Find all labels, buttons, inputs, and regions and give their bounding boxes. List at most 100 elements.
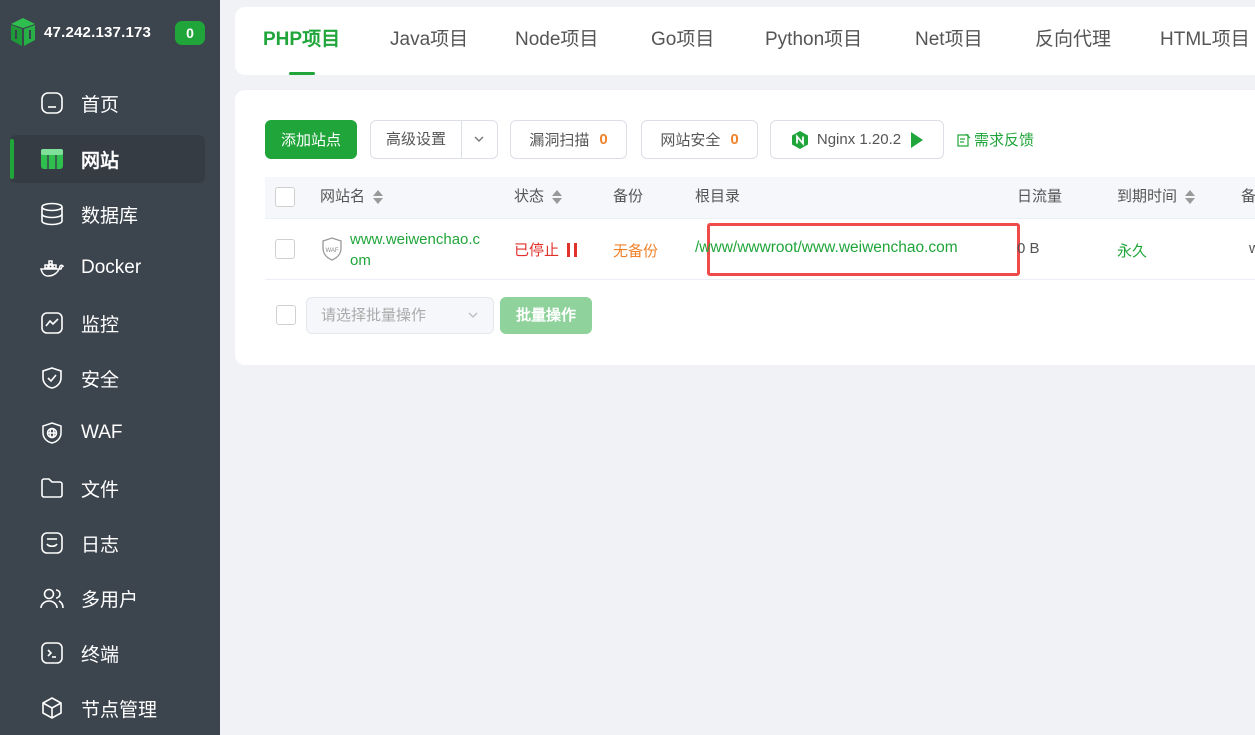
site-name-link[interactable]: www.weiwenchao.c om: [350, 229, 480, 271]
users-icon: [39, 585, 65, 611]
folder-icon: [39, 475, 65, 501]
site-security-label: 网站安全: [660, 132, 721, 149]
waf-shield-icon: WAF: [322, 237, 342, 261]
message-count-badge[interactable]: 0: [175, 21, 205, 45]
column-expire-time[interactable]: 到期时间: [1117, 177, 1196, 217]
table-row: WAF www.weiwenchao.c om 已停止 无备份 /www/www…: [265, 219, 1255, 280]
security-count: 0: [730, 131, 739, 148]
column-label: 备: [1241, 188, 1255, 205]
sidebar-item-label: 安全: [81, 369, 120, 391]
sort-icon[interactable]: [1185, 189, 1196, 205]
sidebar-item-users[interactable]: 多用户: [10, 574, 205, 622]
feedback-link[interactable]: 需求反馈: [957, 129, 1034, 150]
sidebar-item-security[interactable]: 安全: [10, 354, 205, 402]
home-icon: [39, 90, 65, 116]
sidebar-item-label: 多用户: [81, 589, 139, 611]
sidebar-item-nodes[interactable]: 节点管理: [10, 684, 205, 732]
sidebar-item-label: 监控: [81, 314, 120, 336]
note-value[interactable]: w: [1249, 240, 1255, 257]
vulnerability-scan-label: 漏洞扫描: [529, 132, 590, 149]
nginx-version: Nginx 1.20.2: [816, 131, 902, 148]
project-tabs: PHP项目 Java项目 Node项目 Go项目 Python项目 Net项目 …: [235, 7, 1255, 75]
tab-html[interactable]: HTML项目: [1160, 7, 1250, 75]
vulnerability-scan-button[interactable]: 漏洞扫描 0: [510, 120, 627, 159]
vulnerability-count: 0: [599, 131, 608, 148]
batch-select-all-checkbox[interactable]: [276, 305, 296, 325]
select-all-checkbox[interactable]: [275, 187, 295, 207]
tab-node[interactable]: Node项目: [515, 7, 598, 75]
feedback-icon: [957, 133, 971, 147]
status-toggle[interactable]: 已停止: [514, 239, 581, 260]
sidebar-item-terminal[interactable]: 终端: [10, 629, 205, 677]
sidebar-item-database[interactable]: 数据库: [10, 190, 205, 238]
sidebar-item-label: 文件: [81, 479, 120, 501]
column-status[interactable]: 状态: [514, 177, 563, 217]
sidebar-item-home[interactable]: 首页: [10, 79, 205, 127]
column-daily-traffic: 日流量: [1017, 177, 1062, 217]
chevron-down-icon: [468, 312, 478, 318]
play-icon: [911, 131, 924, 148]
batch-operation-select[interactable]: 请选择批量操作: [306, 297, 494, 334]
column-root-dir: 根目录: [695, 177, 740, 217]
sidebar-item-label: 首页: [81, 94, 120, 116]
sort-icon[interactable]: [552, 189, 563, 205]
status-text: 已停止: [514, 242, 560, 259]
tab-go[interactable]: Go项目: [651, 7, 714, 75]
column-label: 根目录: [695, 188, 741, 205]
site-name-line: www.weiwenchao.c: [350, 231, 481, 248]
sidebar-item-waf[interactable]: WAF: [10, 409, 205, 457]
nginx-icon: [791, 130, 808, 149]
column-label: 状态: [514, 188, 545, 205]
waf-icon: [39, 420, 65, 446]
chevron-down-icon[interactable]: [472, 132, 486, 146]
column-site-name[interactable]: 网站名: [320, 177, 384, 217]
column-note: 备: [1241, 177, 1255, 217]
server-ip: 47.242.137.173: [44, 23, 152, 41]
expire-link[interactable]: 永久: [1117, 240, 1147, 261]
sidebar-item-logs[interactable]: 日志: [10, 519, 205, 567]
divider: [461, 121, 462, 158]
sort-icon[interactable]: [373, 189, 384, 205]
docker-icon: [39, 255, 65, 281]
shield-icon: [39, 365, 65, 391]
sidebar-item-website[interactable]: 网站: [10, 135, 205, 183]
sidebar-item-label: 日志: [81, 534, 120, 556]
tab-net[interactable]: Net项目: [915, 7, 983, 75]
sidebar-item-monitor[interactable]: 监控: [10, 299, 205, 347]
sidebar-item-docker[interactable]: Docker: [10, 244, 205, 292]
column-label: 备份: [613, 188, 644, 205]
sidebar-item-label: 节点管理: [81, 699, 158, 721]
waf-label: WAF: [325, 248, 338, 254]
sidebar-item-label: 终端: [81, 644, 120, 666]
advanced-settings-label: 高级设置: [386, 131, 447, 148]
batch-operation-button[interactable]: 批量操作: [500, 297, 592, 334]
advanced-settings-button[interactable]: 高级设置: [370, 120, 498, 159]
batch-select-placeholder: 请选择批量操作: [321, 307, 427, 324]
log-icon: [39, 530, 65, 556]
website-icon: [39, 146, 65, 172]
site-security-button[interactable]: 网站安全 0: [641, 120, 758, 159]
feedback-label: 需求反馈: [974, 132, 1035, 149]
site-list-panel: 添加站点 高级设置 漏洞扫描 0 网站安全 0 Nginx 1.20.2 需求反…: [235, 90, 1255, 365]
row-checkbox[interactable]: [275, 239, 295, 259]
nginx-status-button[interactable]: Nginx 1.20.2: [770, 120, 944, 159]
traffic-value: 0 B: [1017, 240, 1040, 257]
sidebar-item-label: WAF: [81, 422, 123, 443]
tab-java[interactable]: Java项目: [390, 7, 468, 75]
add-site-button[interactable]: 添加站点: [265, 120, 357, 159]
sidebar-item-label: 数据库: [81, 205, 139, 227]
database-icon: [39, 201, 65, 227]
backup-link[interactable]: 无备份: [613, 240, 658, 261]
column-label: 到期时间: [1117, 188, 1178, 205]
sidebar-item-files[interactable]: 文件: [10, 464, 205, 512]
tab-reverse-proxy[interactable]: 反向代理: [1035, 7, 1111, 75]
table-header: 网站名 状态 备份 根目录 日流量 到期时间 备: [265, 177, 1255, 219]
terminal-icon: [39, 640, 65, 666]
tab-php[interactable]: PHP项目: [263, 7, 340, 75]
tab-python[interactable]: Python项目: [765, 7, 862, 75]
root-dir-link[interactable]: /www/wwwroot/www.weiwenchao.com: [695, 239, 958, 257]
site-name-line: om: [350, 252, 371, 269]
node-icon: [39, 695, 65, 721]
sidebar-item-label: Docker: [81, 257, 142, 278]
column-label: 网站名: [320, 188, 366, 205]
